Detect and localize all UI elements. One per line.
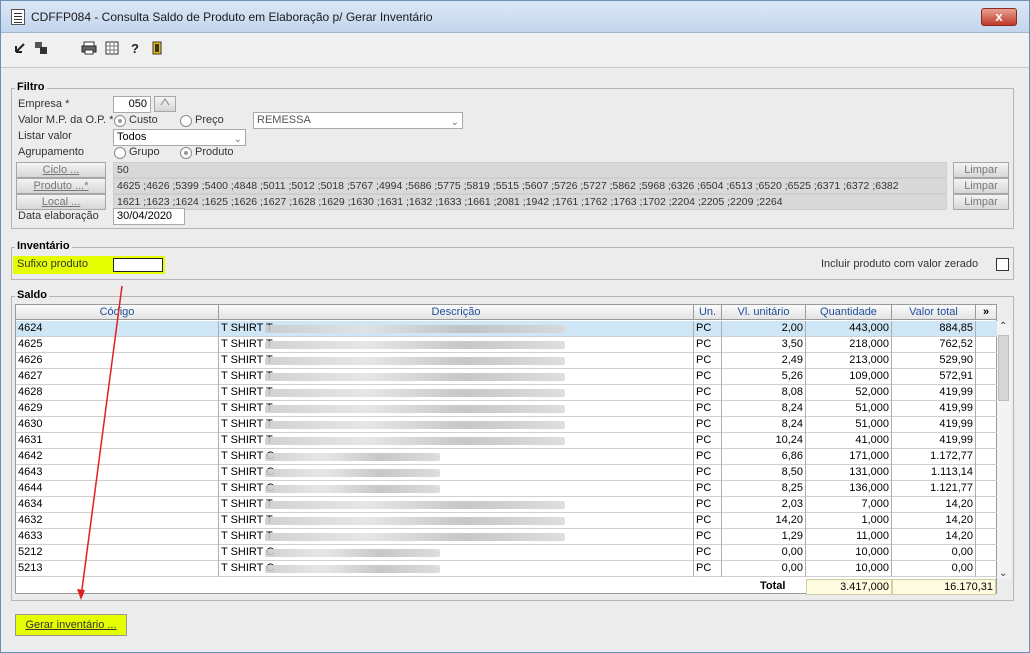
close-button[interactable]: x [981,8,1017,26]
print-icon[interactable] [81,41,97,57]
spreadsheet-icon[interactable] [104,41,120,57]
annotation-arrow [77,285,123,600]
windows-icon[interactable] [33,41,49,57]
app-window: CDFFP084 - Consulta Saldo de Produto em … [0,0,1030,653]
main-panel: Filtro Empresa * 050 Valor M.P. da O.P. … [1,67,1029,652]
window-title: CDFFP084 - Consulta Saldo de Produto em … [31,10,433,24]
help-icon[interactable]: ? [127,41,143,57]
exit-door-icon[interactable] [149,41,165,57]
title-bar: CDFFP084 - Consulta Saldo de Produto em … [1,1,1029,33]
arrow-back-icon[interactable] [11,41,27,57]
document-icon [11,9,25,25]
